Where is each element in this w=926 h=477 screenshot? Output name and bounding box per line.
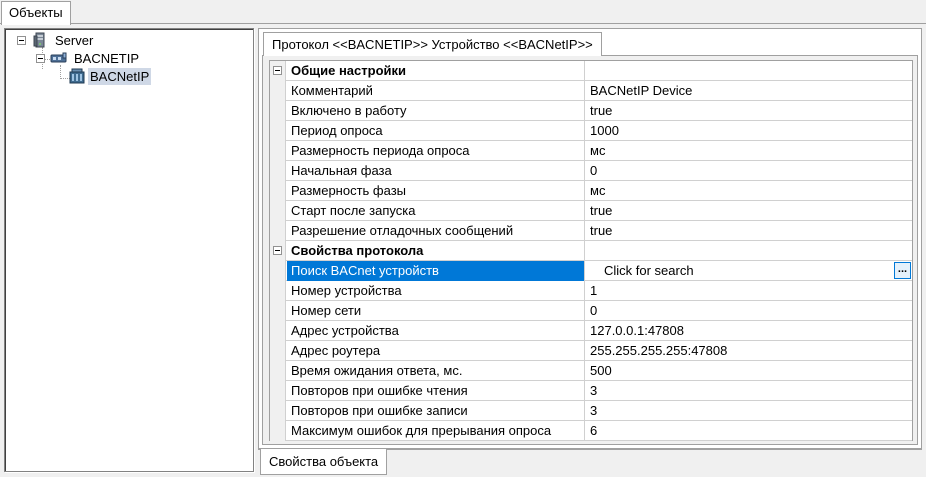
search-value[interactable]: Click for search ... — [586, 261, 912, 281]
tree-label-server[interactable]: Server — [53, 32, 95, 49]
grid-gutter — [270, 341, 286, 361]
property-name: Размерность периода опроса — [287, 141, 585, 161]
device-icon — [69, 68, 86, 85]
collapse-icon[interactable] — [273, 246, 282, 255]
property-row[interactable]: Включено в работу true — [270, 101, 912, 121]
grid-gutter — [270, 361, 286, 381]
property-name: Максимум ошибок для прерывания опроса — [287, 421, 585, 441]
grid-gutter — [270, 421, 286, 441]
property-row-search[interactable]: Поиск BACnet устройств Click for search … — [270, 261, 912, 281]
category-general[interactable]: Общие настройки — [270, 61, 912, 81]
category-title: Свойства протокола — [287, 241, 585, 261]
property-value[interactable]: 127.0.0.1:47808 — [586, 321, 912, 341]
property-value[interactable]: BACNetIP Device — [586, 81, 912, 101]
grid-gutter — [270, 201, 286, 221]
server-icon — [32, 32, 48, 48]
property-value[interactable]: 6 — [586, 421, 912, 441]
property-row[interactable]: Период опроса 1000 — [270, 121, 912, 141]
property-value[interactable]: 255.255.255.255:47808 — [586, 341, 912, 361]
property-name: Повторов при ошибке чтения — [287, 381, 585, 401]
property-row[interactable]: Время ожидания ответа, мс. 500 — [270, 361, 912, 381]
property-row[interactable]: Размерность периода опроса мс — [270, 141, 912, 161]
property-value[interactable]: 1 — [586, 281, 912, 301]
property-name: Включено в работу — [287, 101, 585, 121]
property-name: Номер устройства — [287, 281, 585, 301]
collapse-icon[interactable] — [17, 36, 26, 45]
property-row[interactable]: Номер устройства 1 — [270, 281, 912, 301]
tab-objects[interactable]: Объекты — [1, 1, 71, 25]
collapse-icon[interactable] — [36, 54, 45, 63]
property-name: Размерность фазы — [287, 181, 585, 201]
grid-gutter — [270, 381, 286, 401]
grid-gutter — [270, 101, 286, 121]
category-title: Общие настройки — [287, 61, 585, 81]
tab-object-properties[interactable]: Свойства объекта — [260, 449, 388, 475]
browse-button[interactable]: ... — [894, 262, 911, 279]
property-name: Номер сети — [287, 301, 585, 321]
property-value[interactable]: true — [586, 101, 912, 121]
property-row[interactable]: Повторов при ошибке чтения 3 — [270, 381, 912, 401]
property-value[interactable]: true — [586, 221, 912, 241]
property-name: Время ожидания ответа, мс. — [287, 361, 585, 381]
grid-gutter — [270, 401, 286, 421]
property-value[interactable]: 0 — [586, 301, 912, 321]
grid-gutter — [270, 121, 286, 141]
property-name: Поиск BACnet устройств — [287, 261, 585, 281]
property-row[interactable]: Адрес устройства 127.0.0.1:47808 — [270, 321, 912, 341]
property-value[interactable]: 0 — [586, 161, 912, 181]
network-protocol-icon — [50, 50, 68, 66]
category-value — [586, 241, 912, 261]
property-row[interactable]: Повторов при ошибке записи 3 — [270, 401, 912, 421]
grid-gutter — [270, 241, 286, 261]
property-row[interactable]: Размерность фазы мс — [270, 181, 912, 201]
collapse-icon[interactable] — [273, 66, 282, 75]
property-name: Период опроса — [287, 121, 585, 141]
property-name: Разрешение отладочных сообщений — [287, 221, 585, 241]
grid-gutter — [270, 81, 286, 101]
grid-gutter — [270, 181, 286, 201]
property-name: Адрес роутера — [287, 341, 585, 361]
tree-label-bacnetip-device[interactable]: BACNetIP — [88, 68, 152, 85]
property-grid[interactable]: Общие настройки Комментарий BACNetIP Dev… — [269, 60, 913, 441]
grid-gutter — [270, 221, 286, 241]
property-value[interactable]: 3 — [586, 401, 912, 421]
grid-gutter — [270, 141, 286, 161]
property-name: Адрес устройства — [287, 321, 585, 341]
property-name: Комментарий — [287, 81, 585, 101]
tab-protocol-device[interactable]: Протокол <<BACNETIP>> Устройство <<BACNe… — [263, 32, 602, 56]
tree-connector — [60, 65, 61, 79]
property-value[interactable]: 1000 — [586, 121, 912, 141]
property-row[interactable]: Максимум ошибок для прерывания опроса 6 — [270, 421, 912, 441]
grid-gutter — [270, 281, 286, 301]
property-row[interactable]: Номер сети 0 — [270, 301, 912, 321]
property-row[interactable]: Начальная фаза 0 — [270, 161, 912, 181]
property-value[interactable]: 500 — [586, 361, 912, 381]
category-protocol[interactable]: Свойства протокола — [270, 241, 912, 261]
property-value[interactable]: 3 — [586, 381, 912, 401]
property-row[interactable]: Разрешение отладочных сообщений true — [270, 221, 912, 241]
grid-gutter — [270, 261, 286, 281]
grid-gutter — [270, 321, 286, 341]
property-row[interactable]: Комментарий BACNetIP Device — [270, 81, 912, 101]
grid-gutter — [270, 301, 286, 321]
property-row[interactable]: Старт после запуска true — [270, 201, 912, 221]
search-value-text[interactable]: Click for search — [604, 263, 694, 278]
tree-label-bacnetip-protocol[interactable]: BACNETIP — [72, 50, 141, 67]
property-name: Повторов при ошибке записи — [287, 401, 585, 421]
grid-gutter — [270, 61, 286, 81]
property-name: Старт после запуска — [287, 201, 585, 221]
property-value[interactable]: true — [586, 201, 912, 221]
property-row[interactable]: Адрес роутера 255.255.255.255:47808 — [270, 341, 912, 361]
property-value[interactable]: мс — [586, 141, 912, 161]
category-value — [586, 61, 912, 81]
grid-gutter — [270, 161, 286, 181]
property-name: Начальная фаза — [287, 161, 585, 181]
property-value[interactable]: мс — [586, 181, 912, 201]
top-tab-strip: Объекты — [0, 0, 926, 25]
object-tree[interactable]: Server BACNETIP BACNetIP — [4, 28, 254, 472]
